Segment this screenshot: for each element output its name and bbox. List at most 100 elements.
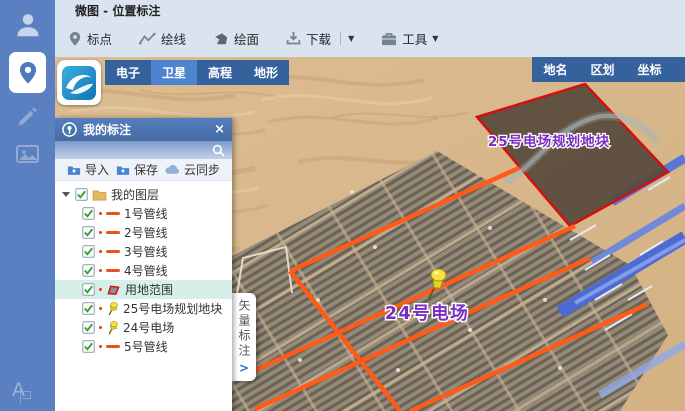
annotation-pin-icon [62,122,77,137]
user-icon[interactable] [0,10,55,40]
checkbox-checked-icon[interactable] [82,283,95,296]
sidebar-item-image[interactable] [0,142,55,166]
panel-action-button[interactable]: 保存 [116,161,158,178]
panel-header: 我的标注 × [55,118,232,141]
draw-polygon-label: 绘面 [234,29,259,48]
draw-line-button[interactable]: 绘线 [139,29,186,48]
basemap-tab[interactable]: 卫星 [151,60,197,85]
basemap-tabs: 电子卫星高程地形 [105,60,289,85]
layer-list: 1号管线 [55,204,232,356]
titlebar: 微图 - 位置标注 [55,0,685,20]
basemap-tab[interactable]: 地形 [243,60,289,85]
checkbox-checked-icon[interactable] [82,302,95,315]
bullet-icon [99,212,102,215]
basemap-tab[interactable]: 高程 [197,60,243,85]
folder-icon [67,164,81,176]
download-label: 下载 [306,29,331,48]
pencil-icon [16,104,40,128]
app-window: A 微图 - 位置标注 标点 绘线 [0,0,685,411]
sidebar: A [0,0,55,411]
polygon-symbol-icon [106,284,121,296]
download-icon [286,31,301,46]
checkbox-checked-icon[interactable] [82,226,95,239]
polygon-icon [213,32,229,46]
panel-action-button[interactable]: 导入 [67,161,109,178]
sidebar-item-draw[interactable] [0,104,55,128]
search-icon [212,144,225,157]
basemap-tab[interactable]: 电子 [105,60,151,85]
tools-button[interactable]: 工具 ▼ [381,29,438,48]
layer-row[interactable]: 1号管线 [55,204,232,223]
divider [340,32,341,45]
image-icon [15,142,41,166]
overlay-tab[interactable]: 地名 [532,57,579,82]
layer-group-row[interactable]: 我的图层 [55,185,232,204]
bullet-icon [99,250,102,253]
chevron-down-icon[interactable]: ▼ [432,34,438,43]
pushpin-symbol-icon [106,321,119,335]
bullet-icon [99,345,102,348]
cloud-icon [165,164,180,175]
briefcase-icon [381,32,397,46]
label-planned-block: 25号电场规划地块 [488,133,610,150]
checkbox-checked-icon[interactable] [82,321,95,334]
checkbox-checked-icon[interactable] [82,245,95,258]
search-input[interactable] [55,141,232,159]
label-site-24: 24号电场 [385,303,469,324]
mark-point-button[interactable]: 标点 [68,29,112,48]
vector-annotation-tab[interactable]: 矢量标注 > [232,293,256,381]
toolbar: 标点 绘线 绘面 下载 [55,20,685,57]
close-icon[interactable]: × [214,123,225,136]
polyline-symbol-icon [106,250,120,253]
globe-icon [61,65,97,101]
sidebar-item-annotate[interactable] [9,52,46,93]
layer-row[interactable]: 5号管线 [55,337,232,356]
overlay-tab[interactable]: 图 [673,57,685,82]
map-viewport[interactable]: 25号电场规划地块 24号电场 电子卫星高程地形 地名区划坐标图 [55,57,685,411]
folder-icon [116,164,130,176]
draw-line-label: 绘线 [161,29,186,48]
polyline-symbol-icon [106,231,120,234]
annotations-panel: 我的标注 × [55,118,232,411]
pushpin-symbol-icon [106,302,119,316]
layer-group-label: 我的图层 [111,186,159,203]
panel-actions: 导入 保存 [55,159,232,181]
layer-tree: 我的图层 [55,181,232,411]
text-cursor-icon [23,391,31,399]
layer-row[interactable]: 4号管线 [55,261,232,280]
bullet-icon [99,288,102,291]
checkbox-checked-icon[interactable] [82,264,95,277]
sidebar-item-text-label[interactable]: A [12,379,31,401]
chevron-down-icon[interactable]: ▼ [348,34,354,43]
bullet-icon [99,269,102,272]
layer-row[interactable]: 25号电场规划地块 [55,299,232,318]
location-pin-icon [17,60,39,86]
folder-icon [92,189,107,201]
checkbox-checked-icon[interactable] [82,340,95,353]
download-button[interactable]: 下载 ▼ [286,29,354,48]
bullet-icon [99,326,102,329]
layer-row[interactable]: 用地范围 [55,280,232,299]
overlay-tab[interactable]: 坐标 [626,57,673,82]
layer-row[interactable]: 24号电场 [55,318,232,337]
vector-annotation-label: 矢量标注 [238,299,250,359]
overlay-tabs: 地名区划坐标图 [532,57,685,82]
panel-title: 我的标注 [83,121,208,138]
checkbox-checked-icon[interactable] [82,207,95,220]
overlay-tab[interactable]: 区划 [579,57,626,82]
tools-label: 工具 [402,29,427,48]
mark-point-label: 标点 [87,29,112,48]
pin-icon [68,31,82,47]
collapse-caret-icon[interactable] [62,192,70,197]
checkbox-checked-icon[interactable] [75,188,88,201]
layer-row[interactable]: 3号管线 [55,242,232,261]
polyline-symbol-icon [106,212,120,215]
panel-action-button[interactable]: 云同步 [165,161,220,178]
bullet-icon [99,231,102,234]
draw-polygon-button[interactable]: 绘面 [213,29,259,48]
window-title: 微图 - 位置标注 [75,2,160,19]
polyline-symbol-icon [106,269,120,272]
layer-row[interactable]: 2号管线 [55,223,232,242]
user-icon [13,10,43,40]
globe-logo[interactable] [57,60,101,105]
